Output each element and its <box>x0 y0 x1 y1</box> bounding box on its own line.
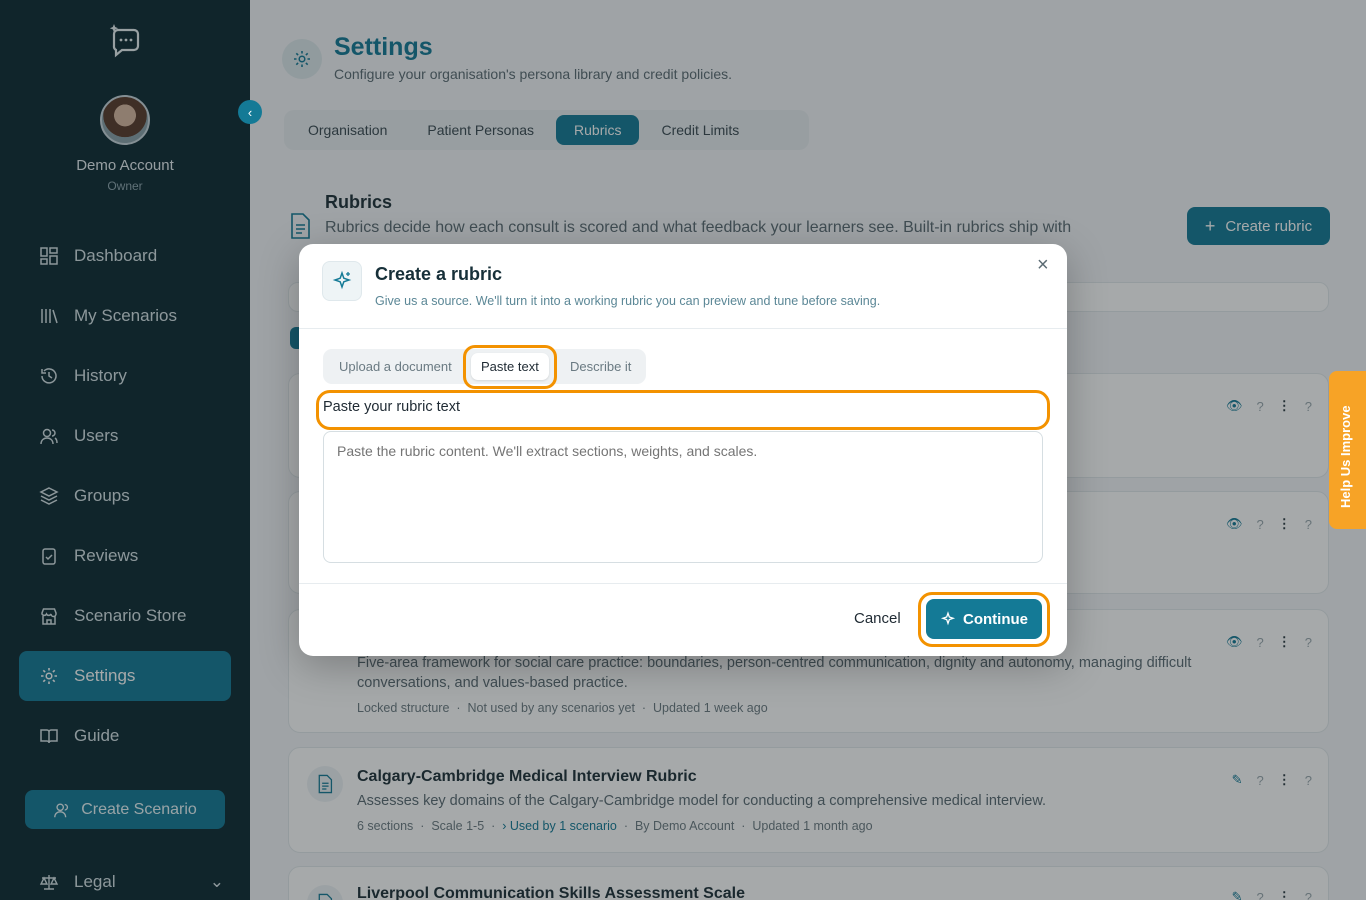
highlight-paste-text <box>463 345 557 389</box>
collapse-sidebar-button[interactable]: ‹ <box>238 100 262 124</box>
chevron-left-icon: ‹ <box>247 104 253 120</box>
cancel-button[interactable]: Cancel <box>854 610 901 627</box>
dialog-subtitle: Give us a source. We'll turn it into a w… <box>375 294 881 308</box>
tab-describe-it[interactable]: Describe it <box>570 349 631 384</box>
tab-upload-document[interactable]: Upload a document <box>339 349 452 384</box>
rubric-text-input[interactable] <box>323 431 1043 563</box>
help-us-improve-label: Help Us Improve <box>1338 405 1353 508</box>
highlight-continue <box>918 592 1050 647</box>
divider <box>299 328 1067 329</box>
create-rubric-dialog: Create a rubric Give us a source. We'll … <box>299 244 1067 656</box>
divider <box>299 583 1067 584</box>
dialog-title: Create a rubric <box>375 264 503 284</box>
close-icon[interactable]: × <box>1037 254 1049 277</box>
highlight-field-label <box>316 390 1050 430</box>
help-us-improve-tab[interactable]: Help Us Improve <box>1329 371 1366 529</box>
sparkles-icon <box>322 261 362 301</box>
